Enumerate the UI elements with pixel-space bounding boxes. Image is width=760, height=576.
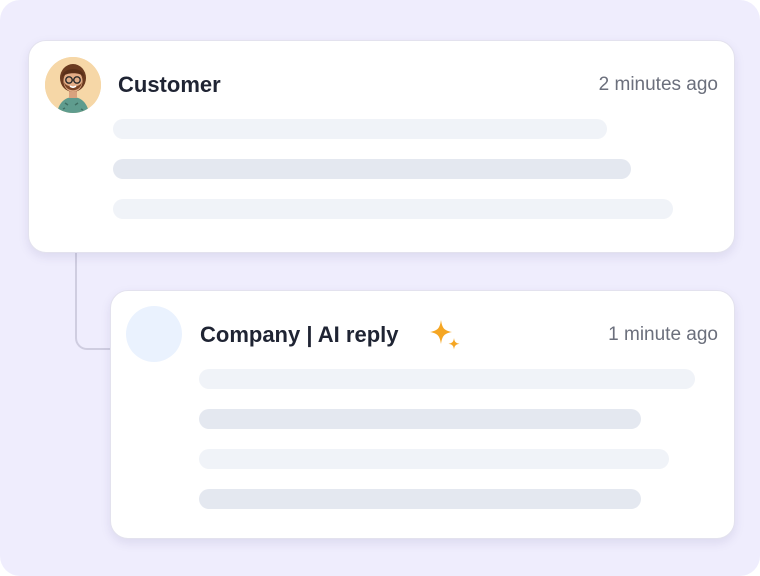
customer-avatar <box>45 57 101 113</box>
message-placeholder-line <box>113 199 673 219</box>
message-placeholder-line <box>199 449 669 469</box>
message-timestamp: 1 minute ago <box>608 324 718 345</box>
message-placeholder-line <box>199 409 641 429</box>
company-reply-card[interactable]: Company | AI reply 1 minute ago <box>110 290 735 539</box>
message-timestamp: 2 minutes ago <box>598 74 718 95</box>
message-placeholder-line <box>199 489 641 509</box>
sender-name: Company | AI reply <box>200 322 399 347</box>
sparkle-icon <box>430 320 460 350</box>
sender-name: Customer <box>118 72 221 97</box>
customer-message-card[interactable]: Customer 2 minutes ago <box>28 40 735 253</box>
thread-connector <box>75 252 112 350</box>
company-avatar <box>126 306 182 362</box>
conversation-thread: Customer 2 minutes ago Company | AI repl… <box>0 0 760 576</box>
message-placeholder-line <box>113 159 631 179</box>
message-placeholder-line <box>113 119 607 139</box>
message-placeholder-line <box>199 369 695 389</box>
customer-avatar-icon <box>45 57 101 113</box>
